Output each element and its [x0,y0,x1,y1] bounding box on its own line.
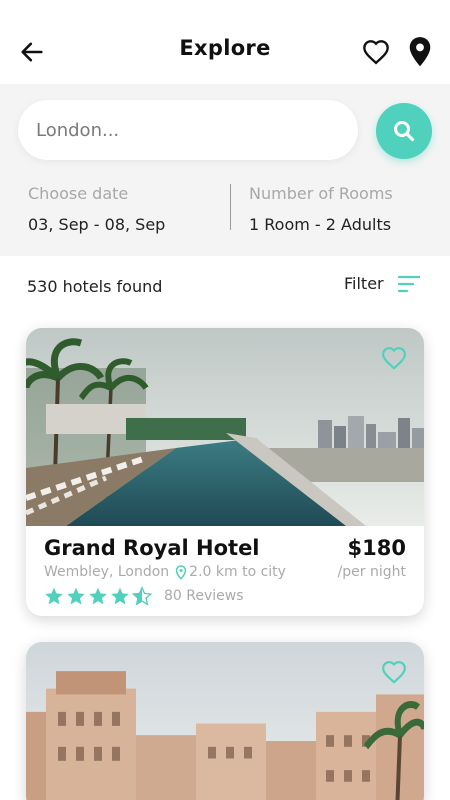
date-picker[interactable]: Choose date 03, Sep - 08, Sep [28,184,165,234]
search-input[interactable] [18,100,358,160]
date-value: 03, Sep - 08, Sep [28,215,166,234]
results-count: 530 hotels found [27,277,163,296]
star-icon [89,587,107,605]
hotel-list: Grand Royal Hotel $180 Wembley, London 2… [0,320,450,800]
star-icon [111,587,129,605]
favorite-heart-icon[interactable] [381,660,407,686]
date-label: Choose date [28,184,129,203]
rooms-picker[interactable]: Number of Rooms 1 Room - 2 Adults [249,184,393,234]
app-header: Explore [0,0,450,84]
hotel-card[interactable] [26,642,424,800]
hotel-location: Wembley, London [44,564,170,580]
map-pin-icon[interactable] [406,36,434,68]
filter-label: Filter [344,274,384,293]
favorite-heart-icon[interactable] [381,346,407,372]
hotel-name: Grand Royal Hotel [44,536,260,560]
hotel-image [26,642,424,800]
per-night-label: /per night [337,564,406,580]
divider [230,184,231,230]
hotel-price: $180 [347,536,406,560]
search-button[interactable] [376,103,432,159]
star-icon [45,587,63,605]
search-section: Choose date 03, Sep - 08, Sep Number of … [0,84,450,256]
hotel-card[interactable]: Grand Royal Hotel $180 Wembley, London 2… [26,328,424,616]
hotel-meta: Wembley, London 2.0 km to city [44,564,286,580]
review-count: 80 Reviews [164,588,244,604]
hotel-image [26,328,424,526]
location-pin-icon [175,564,187,580]
filter-icon [397,275,420,292]
hotel-distance: 2.0 km to city [189,564,286,580]
rooms-label: Number of Rooms [249,184,393,203]
heart-icon[interactable] [362,39,390,67]
rooms-value: 1 Room - 2 Adults [249,215,392,234]
search-icon [394,121,415,142]
results-bar: 530 hotels found Filter [0,256,450,320]
star-half-icon [132,586,152,606]
rating-stars: 80 Reviews [44,586,244,606]
star-icon [67,587,85,605]
filter-button[interactable]: Filter [344,274,420,293]
